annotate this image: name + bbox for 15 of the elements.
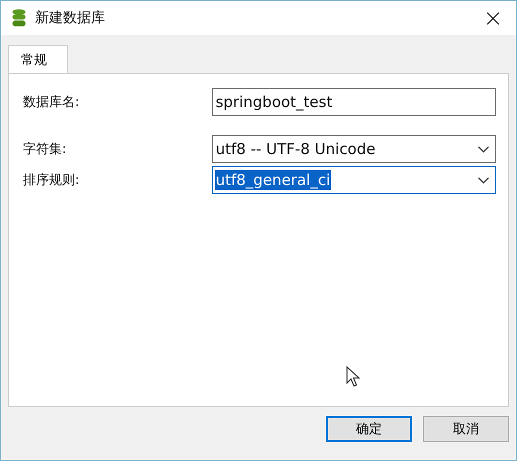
database-icon xyxy=(12,9,26,27)
field-label: 排序规则: xyxy=(23,172,80,189)
chevron-down-icon xyxy=(478,146,489,152)
chevron-down-icon xyxy=(478,176,489,184)
field-label: 数据库名: xyxy=(23,94,80,111)
mouse-cursor-icon xyxy=(346,366,360,388)
dropdown-field[interactable]: utf8_general_ci xyxy=(212,166,496,194)
dialog-button[interactable]: 取消 xyxy=(423,416,509,442)
window-title: 新建数据库 xyxy=(35,9,106,27)
dialog-button[interactable]: 确定 xyxy=(326,416,412,442)
close-button[interactable]: × xyxy=(470,1,516,35)
tab[interactable]: 常规 xyxy=(8,45,68,73)
text-field[interactable]: springboot_test xyxy=(212,88,496,116)
dropdown-field[interactable]: utf8 -- UTF-8 Unicode xyxy=(212,135,496,163)
field-label: 字符集: xyxy=(23,141,68,158)
